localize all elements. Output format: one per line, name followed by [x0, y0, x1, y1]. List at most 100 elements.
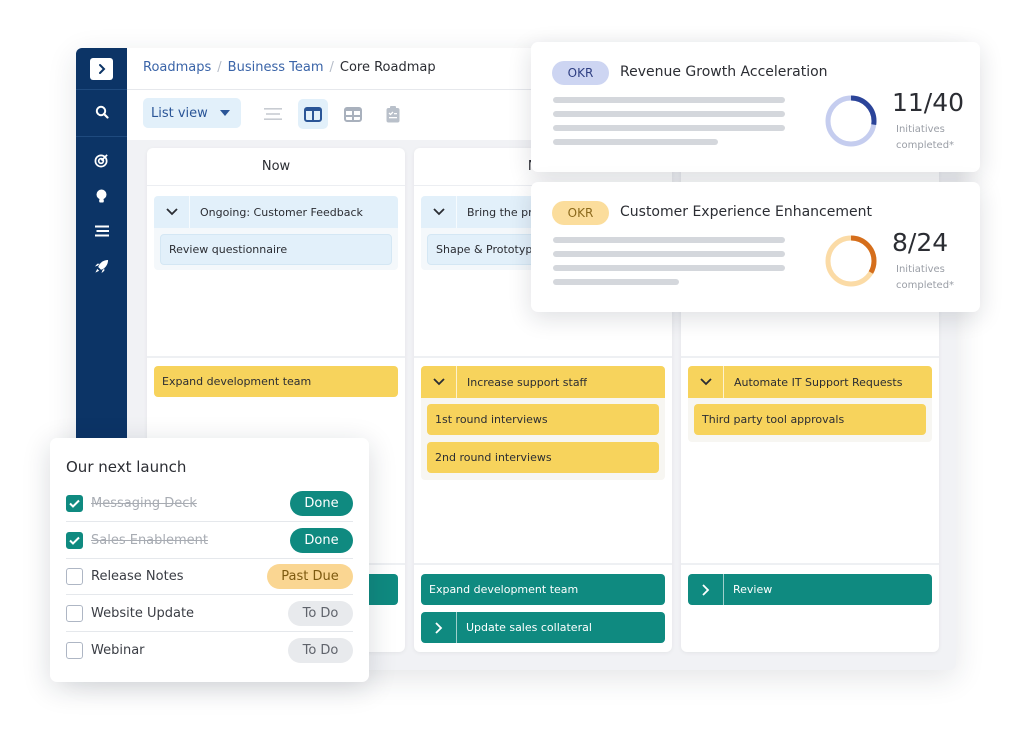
- chevron-down-icon[interactable]: [421, 366, 457, 398]
- sidebar-divider: [76, 136, 127, 137]
- grid-view-button[interactable]: [338, 99, 368, 129]
- group-header[interactable]: Ongoing: Customer Feedback: [154, 196, 398, 228]
- task-label: Release Notes: [91, 569, 184, 584]
- task-label: Sales Enablement: [91, 532, 209, 548]
- okr-badge: OKR: [552, 61, 609, 85]
- group-header[interactable]: Automate IT Support Requests: [688, 366, 932, 398]
- okr-title: Revenue Growth Acceleration: [620, 64, 828, 80]
- group-title: Automate IT Support Requests: [734, 375, 903, 389]
- chevron-right-icon: [98, 64, 105, 74]
- clipboard-view-button[interactable]: [378, 99, 408, 129]
- placeholder-line: [553, 279, 679, 285]
- task-status-badge[interactable]: Done: [290, 491, 353, 516]
- lane-divider: [414, 563, 672, 565]
- lane-divider: [681, 563, 939, 565]
- roadmap-card[interactable]: 1st round interviews: [427, 404, 659, 435]
- list-icon: [94, 225, 109, 237]
- checkmark-icon: [69, 499, 80, 508]
- okr-card-customer-experience[interactable]: OKR Customer Experience Enhancement 8/24…: [531, 182, 980, 312]
- task-row: Messaging Deck Done: [66, 486, 353, 522]
- task-label: Messaging Deck: [91, 496, 197, 511]
- sidebar-expand-button[interactable]: [90, 58, 113, 80]
- breadcrumb: Roadmaps / Business Team / Core Roadmap: [143, 60, 436, 75]
- group-header[interactable]: Increase support staff: [421, 366, 665, 398]
- placeholder-line: [553, 265, 785, 271]
- target-icon: [94, 153, 108, 167]
- breadcrumb-separator: /: [329, 60, 334, 75]
- okr-count: 8/24: [892, 228, 949, 257]
- sidebar-item-search[interactable]: [76, 94, 127, 130]
- okr-caption-line: completed*: [896, 280, 955, 291]
- task-status-badge[interactable]: To Do: [288, 600, 353, 626]
- roadmap-card-expandable[interactable]: Review: [688, 574, 932, 605]
- sidebar-divider: [76, 89, 127, 90]
- roadmap-card[interactable]: Third party tool approvals: [694, 404, 926, 435]
- okr-caption-line: Initiatives: [896, 264, 945, 275]
- grid-icon: [344, 106, 362, 122]
- clipboard-icon: [386, 105, 400, 122]
- breadcrumb-business-team[interactable]: Business Team: [228, 60, 324, 75]
- okr-badge: OKR: [552, 201, 609, 225]
- chevron-down-icon[interactable]: [421, 196, 457, 228]
- breadcrumb-current: Core Roadmap: [339, 60, 436, 75]
- task-label: Website Update: [91, 605, 195, 621]
- task-row: Website Update To Do: [66, 596, 353, 632]
- task-row: Sales Enablement Done: [66, 523, 353, 559]
- search-icon: [95, 105, 109, 119]
- card-title: Update sales collateral: [466, 621, 592, 634]
- lightbulb-icon: [96, 189, 107, 202]
- lane-divider: [681, 356, 939, 358]
- task-checkbox[interactable]: [66, 568, 83, 585]
- task-status-badge[interactable]: To Do: [288, 637, 353, 663]
- sidebar-item-ideas[interactable]: [76, 178, 127, 214]
- breadcrumb-roadmaps[interactable]: Roadmaps: [143, 60, 211, 75]
- placeholder-line: [553, 251, 785, 257]
- okr-count-caption: Initiatives completed*: [896, 122, 954, 154]
- group-title: Ongoing: Customer Feedback: [200, 205, 363, 219]
- roadmap-card-expandable[interactable]: Update sales collateral: [421, 612, 665, 643]
- task-status-badge[interactable]: Past Due: [267, 564, 353, 589]
- group-increase-support-staff: Increase support staff 1st round intervi…: [421, 366, 665, 480]
- placeholder-line: [553, 125, 785, 131]
- checkmark-icon: [69, 536, 80, 545]
- list-rows-view-button[interactable]: [258, 99, 288, 129]
- okr-caption-line: Initiatives: [896, 124, 945, 135]
- lane-divider: [147, 356, 405, 358]
- okr-caption-line: completed*: [896, 140, 955, 151]
- task-checkbox[interactable]: [66, 531, 83, 549]
- checklist-title: Our next launch: [66, 458, 187, 476]
- launch-checklist-card: Our next launch Messaging Deck Done Sales …: [50, 438, 369, 682]
- view-select-dropdown[interactable]: List view: [143, 98, 241, 128]
- sidebar-item-roadmaps[interactable]: [76, 213, 127, 249]
- task-checkbox[interactable]: [66, 641, 83, 659]
- card-title: Review: [733, 583, 773, 596]
- columns-icon: [304, 106, 322, 122]
- okr-title: Customer Experience Enhancement: [620, 204, 872, 220]
- roadmap-card[interactable]: Expand development team: [154, 366, 398, 397]
- okr-count-caption: Initiatives completed*: [896, 262, 954, 294]
- roadmap-card[interactable]: Review questionnaire: [160, 234, 392, 265]
- task-status-badge[interactable]: Done: [290, 527, 353, 553]
- caret-down-icon: [219, 110, 230, 116]
- task-row: Webinar To Do: [66, 632, 353, 668]
- chevron-right-icon[interactable]: [688, 574, 724, 605]
- sidebar-item-launches[interactable]: [76, 248, 127, 284]
- progress-ring: [825, 95, 877, 147]
- chevron-down-icon[interactable]: [154, 196, 190, 228]
- task-label: Webinar: [91, 642, 145, 658]
- roadmap-card[interactable]: 2nd round interviews: [427, 442, 659, 473]
- chevron-down-icon[interactable]: [688, 366, 724, 398]
- view-select-label: List view: [151, 105, 208, 121]
- columns-view-button[interactable]: [298, 99, 328, 129]
- task-checkbox[interactable]: [66, 604, 83, 622]
- chevron-right-icon[interactable]: [421, 612, 457, 643]
- placeholder-line: [553, 111, 785, 117]
- list-rows-icon: [264, 108, 282, 120]
- okr-count: 11/40: [892, 88, 965, 117]
- placeholder-line: [553, 97, 785, 103]
- roadmap-card[interactable]: Expand development team: [421, 574, 665, 605]
- okr-card-revenue-growth[interactable]: OKR Revenue Growth Acceleration 11/40 In…: [531, 42, 980, 172]
- task-checkbox[interactable]: [66, 495, 83, 512]
- sidebar-item-goals[interactable]: [76, 142, 127, 178]
- group-ongoing-customer-feedback: Ongoing: Customer Feedback Review questi…: [154, 196, 398, 270]
